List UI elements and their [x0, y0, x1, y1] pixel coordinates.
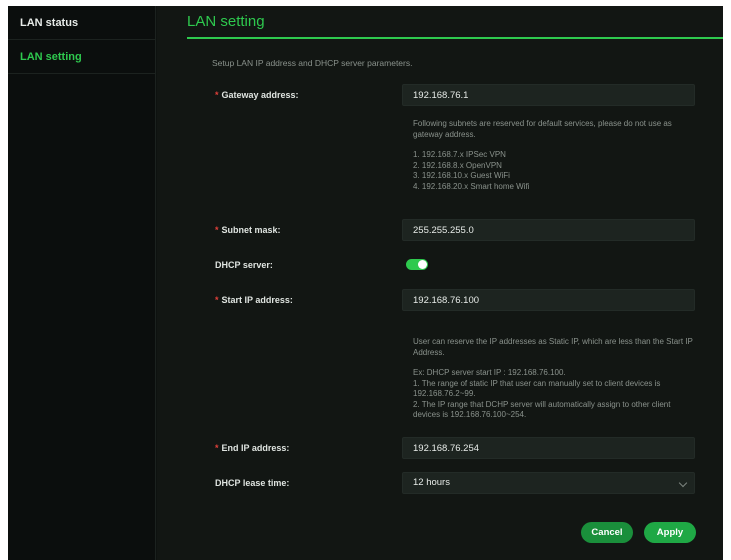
gateway-address-input[interactable] — [402, 84, 695, 106]
app-frame: LAN status LAN setting LAN setting Setup… — [8, 6, 723, 560]
end-ip-input[interactable] — [402, 437, 695, 459]
gateway-note-item: 2. 192.168.8.x OpenVPN — [413, 160, 502, 170]
start-ip-note-item: 2. The IP range that DCHP server will au… — [413, 399, 671, 420]
subnet-row: * Subnet mask: — [157, 219, 723, 241]
dhcp-label: DHCP server: — [215, 260, 273, 270]
gateway-note-intro: Following subnets are reserved for defau… — [413, 119, 672, 139]
subnet-label-text: Subnet mask: — [221, 225, 281, 235]
chevron-down-icon — [678, 478, 688, 488]
gateway-note-item: 1. 192.168.7.x IPSec VPN — [413, 150, 506, 159]
sidebar-item-lan-setting[interactable]: LAN setting — [8, 40, 155, 74]
start-ip-note: User can reserve the IP addresses as Sta… — [413, 337, 693, 421]
main-panel: LAN setting Setup LAN IP address and DHC… — [157, 6, 723, 560]
end-ip-label-text: End IP address: — [221, 443, 290, 453]
gateway-row: * Gateway address: — [157, 84, 723, 106]
end-ip-row: * End IP address: — [157, 437, 723, 459]
sidebar-item-lan-status[interactable]: LAN status — [8, 6, 155, 40]
lease-time-value: 12 hours — [413, 477, 450, 488]
start-ip-note-intro: User can reserve the IP addresses as Sta… — [413, 337, 693, 357]
lease-row: DHCP lease time: 12 hours — [157, 472, 723, 494]
subnet-mask-input[interactable] — [402, 219, 695, 241]
subnet-label: * Subnet mask: — [215, 219, 281, 241]
start-ip-input[interactable] — [402, 289, 695, 311]
title-divider — [187, 37, 723, 39]
gateway-label: * Gateway address: — [215, 84, 299, 106]
gateway-note-item: 3. 192.168.10.x Guest WiFi — [413, 171, 510, 180]
gateway-note-item: 4. 192.168.20.x Smart home Wifi — [413, 181, 530, 191]
start-ip-label: * Start IP address: — [215, 289, 293, 311]
required-marker: * — [215, 443, 219, 453]
cancel-button[interactable]: Cancel — [581, 522, 633, 543]
apply-button[interactable]: Apply — [644, 522, 696, 543]
gateway-label-text: Gateway address: — [221, 90, 299, 100]
lease-label: DHCP lease time: — [215, 478, 290, 488]
start-ip-row: * Start IP address: — [157, 289, 723, 311]
required-marker: * — [215, 90, 219, 100]
lease-time-select[interactable]: 12 hours — [402, 472, 695, 494]
dhcp-row: DHCP server: — [157, 254, 723, 276]
gateway-note: Following subnets are reserved for defau… — [413, 119, 693, 192]
page-intro: Setup LAN IP address and DHCP server par… — [212, 58, 413, 68]
end-ip-label: * End IP address: — [215, 437, 289, 459]
sidebar: LAN status LAN setting — [8, 6, 156, 560]
start-ip-note-example: Ex: DHCP server start IP : 192.168.76.10… — [413, 368, 566, 377]
dhcp-server-toggle[interactable] — [406, 259, 428, 270]
required-marker: * — [215, 295, 219, 305]
start-ip-note-item: 1. The range of static IP that user can … — [413, 378, 661, 399]
page-title: LAN setting — [187, 13, 265, 30]
start-ip-label-text: Start IP address: — [221, 295, 293, 305]
toggle-knob — [418, 260, 427, 269]
required-marker: * — [215, 225, 219, 235]
